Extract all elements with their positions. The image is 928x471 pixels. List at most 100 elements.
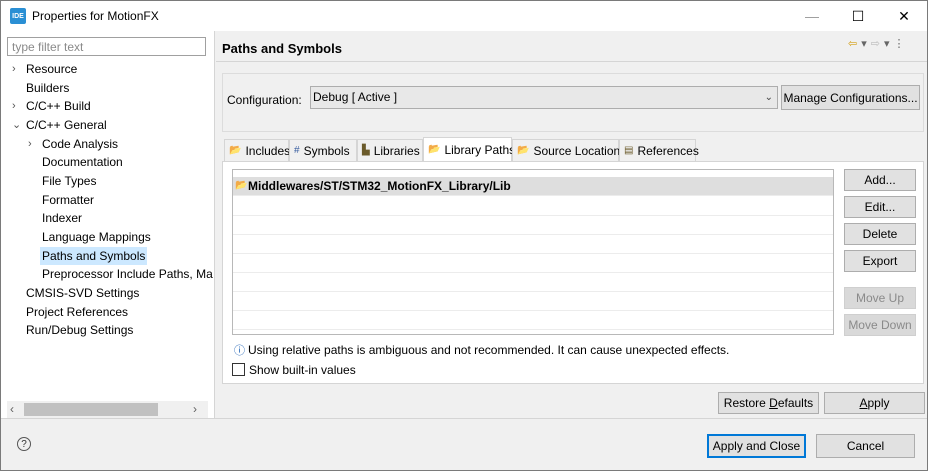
tree-item-documentation[interactable]: Documentation xyxy=(42,153,123,171)
back-arrow-icon[interactable]: ⇦ xyxy=(848,37,857,50)
tree-item-indexer[interactable]: Indexer xyxy=(42,209,82,227)
tree-item-label: Code Analysis xyxy=(42,137,119,151)
tree-item-label: Resource xyxy=(26,62,78,76)
window-title: Properties for MotionFX xyxy=(32,9,159,23)
tree-item-label: Preprocessor Include Paths, Ma xyxy=(42,267,213,281)
tab-label: References xyxy=(637,143,699,158)
libraries-icon: ▙ xyxy=(362,145,370,156)
tree-item-label: Documentation xyxy=(42,155,123,169)
tab-includes[interactable]: 📂 Includes xyxy=(224,139,291,161)
ide-app-icon: IDE xyxy=(10,8,26,24)
chevron-right-icon[interactable]: › xyxy=(12,97,22,115)
relative-path-warning: ⓘ Using relative paths is ambiguous and n… xyxy=(234,342,729,358)
maximize-button[interactable]: ☐ xyxy=(835,1,881,31)
list-item xyxy=(233,216,833,235)
scroll-right-icon[interactable]: › xyxy=(193,402,197,416)
configuration-label: Configuration: xyxy=(227,93,302,107)
tree-item-label: C/C++ General xyxy=(26,118,107,132)
tree-item-label: Builders xyxy=(26,81,70,95)
list-item xyxy=(233,235,833,254)
list-item[interactable]: 📂 Middlewares/ST/STM32_MotionFX_Library/… xyxy=(233,177,833,196)
cancel-button[interactable]: Cancel xyxy=(816,434,915,458)
tree-item-file-types[interactable]: File Types xyxy=(42,172,96,190)
hash-icon: # xyxy=(294,145,300,156)
tree-item-formatter[interactable]: Formatter xyxy=(42,191,94,209)
apply-and-close-button[interactable]: Apply and Close xyxy=(707,434,806,458)
chevron-down-icon[interactable]: ⌄ xyxy=(765,87,773,108)
move-up-button[interactable]: Move Up xyxy=(844,287,916,309)
tree-item-run-debug-settings[interactable]: Run/Debug Settings xyxy=(26,321,133,339)
close-button[interactable]: ✕ xyxy=(881,1,927,31)
tree-item-builders[interactable]: Builders xyxy=(26,79,69,97)
list-item xyxy=(233,311,833,330)
scrollbar-thumb[interactable] xyxy=(24,403,158,416)
show-builtin-checkbox[interactable] xyxy=(232,363,245,376)
tab-library-paths[interactable]: 📂 Library Paths xyxy=(423,137,516,161)
tree-item-cpp-general[interactable]: ⌄ C/C++ General xyxy=(12,116,107,134)
tree-item-label: Indexer xyxy=(42,211,83,225)
tree-item-label: Run/Debug Settings xyxy=(26,323,134,337)
tab-label: Symbols xyxy=(303,143,350,158)
manage-configurations-button[interactable]: Manage Configurations... xyxy=(781,85,920,110)
includes-icon: 📂 xyxy=(229,145,242,156)
tree-item-cpp-build[interactable]: › C/C++ Build xyxy=(12,97,91,115)
scroll-left-icon[interactable]: ‹ xyxy=(10,402,14,416)
tree-item-resource[interactable]: › Resource xyxy=(12,60,78,78)
forward-menu-icon[interactable]: ▾ xyxy=(884,37,890,50)
source-location-icon: 📂 xyxy=(517,145,530,156)
tree-item-project-references[interactable]: Project References xyxy=(26,303,128,321)
horizontal-scrollbar[interactable]: ‹ › xyxy=(7,401,208,418)
delete-button[interactable]: Delete xyxy=(844,223,916,245)
page-title: Paths and Symbols xyxy=(222,41,342,56)
help-icon[interactable]: ? xyxy=(17,437,31,451)
tree-item-label: Paths and Symbols xyxy=(42,249,146,263)
library-path-label: Middlewares/ST/STM32_MotionFX_Library/Li… xyxy=(248,179,511,193)
tab-label: Includes xyxy=(245,143,291,158)
forward-arrow-icon[interactable]: ⇨ xyxy=(871,37,880,50)
tree-item-label: C/C++ Build xyxy=(26,99,91,113)
info-icon: ⓘ xyxy=(234,345,245,357)
show-builtin-label[interactable]: Show built-in values xyxy=(249,363,356,377)
list-item xyxy=(233,292,833,311)
tree-item-code-analysis[interactable]: › Code Analysis xyxy=(28,135,119,153)
tab-references[interactable]: ▤ References xyxy=(619,139,699,161)
references-icon: ▤ xyxy=(624,145,634,156)
tab-symbols[interactable]: # Symbols xyxy=(289,139,357,161)
tree-item-label: Formatter xyxy=(42,193,95,207)
tree-item-label: Language Mappings xyxy=(42,230,151,244)
filter-input[interactable] xyxy=(7,37,206,56)
tree-item-language-mappings[interactable]: Language Mappings xyxy=(42,228,151,246)
page-header: Paths and Symbols ⇦ ▾ ⇨ ▾ ⋮ xyxy=(216,31,927,61)
restore-defaults-mnemonic: D xyxy=(769,396,778,410)
header-divider xyxy=(216,61,927,62)
move-down-button[interactable]: Move Down xyxy=(844,314,916,336)
edit-button[interactable]: Edit... xyxy=(844,196,916,218)
tab-libraries[interactable]: ▙ Libraries xyxy=(357,139,423,161)
more-options-icon[interactable]: ⋮ xyxy=(894,37,905,50)
chevron-down-icon[interactable]: ⌄ xyxy=(12,116,22,134)
footer-divider xyxy=(1,418,927,419)
tab-source-location[interactable]: 📂 Source Location xyxy=(512,139,620,161)
configuration-value: Debug [ Active ] xyxy=(313,90,398,104)
title-bar: IDE Properties for MotionFX — ☐ ✕ xyxy=(1,1,927,31)
add-button[interactable]: Add... xyxy=(844,169,916,191)
tab-label: Library Paths xyxy=(444,142,516,157)
tree-item-preprocessor-include-paths[interactable]: Preprocessor Include Paths, Ma xyxy=(42,265,213,283)
list-item xyxy=(233,254,833,273)
back-menu-icon[interactable]: ▾ xyxy=(861,37,867,50)
export-button[interactable]: Export xyxy=(844,250,916,272)
category-tree-panel: › Resource Builders › C/C++ Build ⌄ C/C+… xyxy=(1,31,215,418)
tree-item-label: Project References xyxy=(26,305,129,319)
tree-item-paths-and-symbols[interactable]: Paths and Symbols xyxy=(40,247,148,265)
list-item xyxy=(233,273,833,292)
library-paths-list[interactable]: 📂 Middlewares/ST/STM32_MotionFX_Library/… xyxy=(232,169,834,335)
chevron-right-icon[interactable]: › xyxy=(12,60,22,78)
restore-defaults-button[interactable]: Restore Defaults xyxy=(718,392,819,414)
minimize-button[interactable]: — xyxy=(789,1,835,31)
configuration-select[interactable]: Debug [ Active ] ⌄ xyxy=(310,86,778,109)
chevron-right-icon[interactable]: › xyxy=(28,135,38,153)
tree-item-cmsis-svd-settings[interactable]: CMSIS-SVD Settings xyxy=(26,284,139,302)
restore-defaults-label-post: efaults xyxy=(777,396,814,410)
apply-button[interactable]: Apply xyxy=(824,392,925,414)
tree-item-label: CMSIS-SVD Settings xyxy=(26,286,140,300)
